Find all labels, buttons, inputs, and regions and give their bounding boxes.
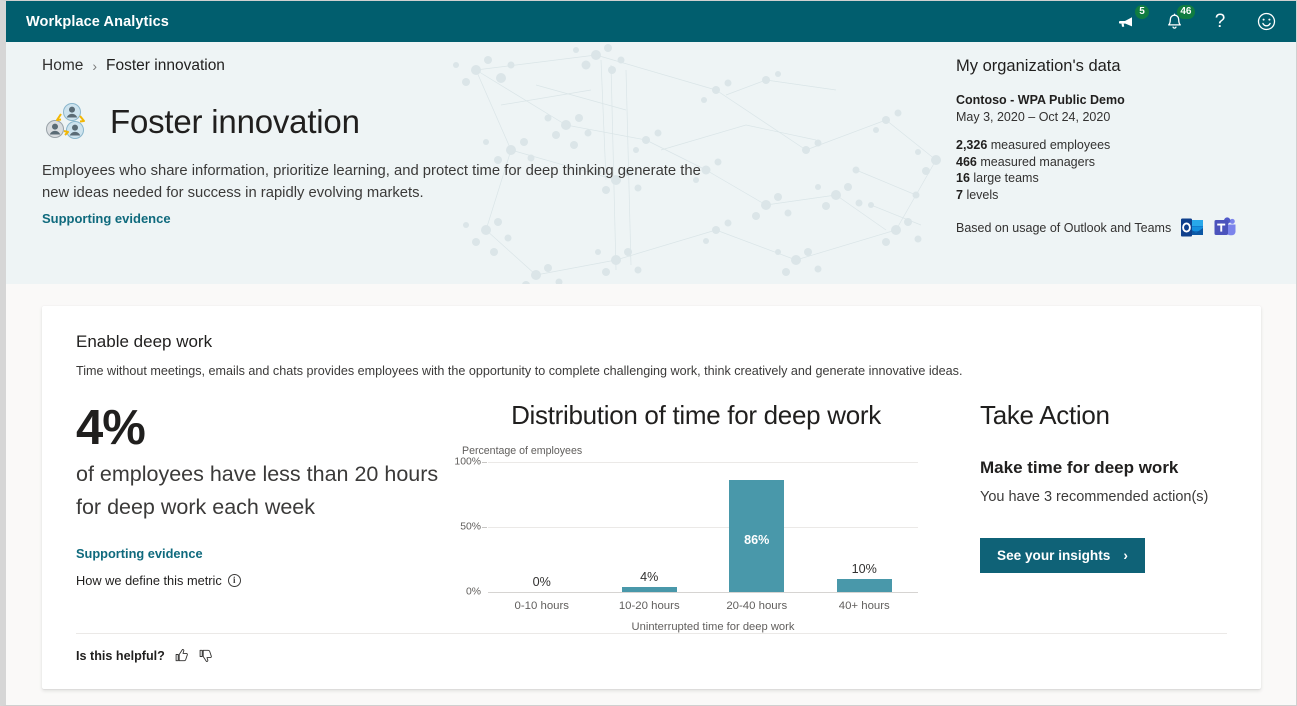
chart-xtick: 10-20 hours (618, 600, 680, 612)
chart-bar-group[interactable]: 10% (811, 462, 919, 592)
notifications-button[interactable]: 46 (1162, 4, 1195, 34)
see-your-insights-label: See your insights (997, 548, 1111, 563)
breadcrumb-home-link[interactable]: Home (42, 57, 83, 75)
info-icon: i (227, 574, 241, 587)
org-stats-list: 2,326 measured employees 466 measured ma… (956, 137, 1296, 203)
chart-bar-value-label: 10% (851, 562, 877, 576)
org-stat-item: 16 large teams (956, 170, 1296, 187)
card-divider (76, 633, 1227, 634)
teams-icon (1214, 217, 1236, 236)
chevron-right-icon: › (1123, 548, 1128, 563)
notifications-badge: 46 (1176, 4, 1195, 19)
org-based-on-row: Based on usage of Outlook and Teams (956, 217, 1296, 238)
org-based-on-label: Based on usage of Outlook and Teams (956, 220, 1172, 235)
breadcrumb: Home › Foster innovation (42, 57, 225, 75)
chevron-right-icon: › (92, 58, 98, 74)
is-this-helpful-label: Is this helpful? (76, 648, 165, 663)
chart-xtick: 0-10 hours (514, 600, 569, 612)
card-title: Enable deep work (76, 332, 213, 351)
card-body: 4% of employees have less than 20 hours … (76, 400, 1227, 633)
metric-supporting-evidence-label: Supporting evidence (76, 546, 203, 561)
chart-bar-value-label: 4% (640, 569, 659, 584)
metric-supporting-evidence-link[interactable]: Supporting evidence (76, 546, 448, 561)
tick-dash-100 (482, 462, 487, 463)
take-action-title: Take Action (980, 400, 1110, 430)
thumbs-down-button[interactable] (198, 648, 213, 663)
foster-innovation-icon (46, 103, 85, 139)
hero-description: Employees who share information, priorit… (42, 163, 701, 201)
take-action-subtitle: Make time for deep work (980, 458, 1179, 477)
chart-xtick: 40+ hours (838, 600, 890, 612)
megaphone-icon (1119, 16, 1132, 27)
org-panel-title: My organization's data (956, 57, 1121, 75)
metric-definition-label: How we define this metric (76, 573, 222, 588)
chart-bar[interactable] (836, 579, 892, 592)
org-stat-label: measured employees (990, 138, 1111, 152)
org-date-range: May 3, 2020 – Oct 24, 2020 (956, 110, 1111, 124)
metric-description: of employees have less than 20 hours for… (76, 462, 439, 519)
chart-ytick-100: 100% (454, 456, 481, 468)
distribution-chart: Distribution of time for deep work Perce… (448, 400, 938, 633)
hero-banner: Home › Foster innovation Foster innovati… (6, 42, 1296, 284)
tick-dash-50 (482, 527, 487, 528)
take-action-description: You have 3 recommended action(s) (980, 489, 1209, 505)
help-button[interactable]: ? (1208, 10, 1232, 34)
chart-x-axis-line (488, 592, 918, 593)
chart-plot-area: 100% 50% 0% 0% 4% 86% 10% (454, 457, 918, 598)
outlook-icon (1181, 218, 1204, 237)
chart-title: Distribution of time for deep work (511, 400, 881, 430)
app-window: Workplace Analytics 5 46 ? Home › Foster… (0, 0, 1297, 706)
org-stat-label: large teams (973, 171, 1039, 185)
chart-xtick: 20-40 hours (726, 600, 788, 612)
hero-supporting-evidence-link[interactable]: Supporting evidence (42, 211, 171, 226)
chart-bar-value-label: 0% (532, 575, 551, 589)
take-action-panel: Take Action Make time for deep work You … (938, 400, 1227, 633)
org-stat-label: levels (966, 187, 999, 202)
org-stat-item: 466 measured managers (956, 154, 1296, 171)
page-title-row: Foster innovation (42, 102, 360, 142)
metric-summary-column: 4% of employees have less than 20 hours … (76, 400, 448, 633)
thumbs-down-icon (199, 649, 212, 662)
org-stat-item: 7 levels (956, 187, 1296, 204)
page-title: Foster innovation (110, 103, 360, 140)
card-subtitle: Time without meetings, emails and chats … (76, 364, 963, 378)
feedback-button[interactable] (1254, 10, 1278, 34)
org-stat-value: 7 (956, 187, 963, 202)
announcements-button[interactable]: 5 (1116, 4, 1149, 34)
app-title: Workplace Analytics (26, 13, 169, 30)
org-stat-value: 16 (956, 171, 970, 185)
chart-ytick-0: 0% (465, 586, 481, 598)
org-data-panel: My organization's data Contoso - WPA Pub… (944, 42, 1296, 284)
chart-bar[interactable]: 86% (729, 480, 785, 592)
see-your-insights-button[interactable]: See your insights › (980, 538, 1145, 573)
chart-y-axis-label: Percentage of employees (462, 445, 583, 457)
metric-big-number: 4% (76, 401, 146, 455)
org-stat-value: 2,326 (956, 138, 988, 152)
org-stat-item: 2,326 measured employees (956, 137, 1296, 154)
chart-x-axis-label: Uninterrupted time for deep work (631, 621, 795, 633)
app-header-bar: Workplace Analytics 5 46 ? (6, 1, 1296, 42)
announcements-badge: 5 (1135, 4, 1149, 19)
chart-bar-value-label: 86% (744, 532, 770, 547)
chart-bars: 0% 4% 86% 10% (488, 462, 918, 592)
app-header-actions: 5 46 ? (1116, 1, 1278, 42)
chart-bar[interactable] (621, 586, 677, 592)
feedback-row: Is this helpful? (76, 648, 213, 663)
metric-definition-link[interactable]: How we define this metric i (76, 573, 448, 588)
org-stat-label: measured managers (980, 154, 1095, 169)
metric-links: Supporting evidence How we define this m… (76, 546, 448, 588)
chart-bar-group[interactable]: 86% (703, 462, 811, 592)
chart-x-tick-labels: 0-10 hours 10-20 hours 20-40 hours 40+ h… (488, 600, 918, 612)
org-stat-value: 466 (956, 154, 977, 169)
thumbs-up-icon (175, 649, 188, 662)
help-icon: ? (1214, 11, 1226, 32)
chart-bar-group[interactable]: 4% (596, 462, 704, 592)
breadcrumb-current: Foster innovation (106, 57, 225, 74)
org-tenant-name: Contoso - WPA Public Demo (956, 93, 1125, 107)
thumbs-up-button[interactable] (174, 648, 189, 663)
chart-bar-group[interactable]: 0% (488, 462, 596, 592)
smiley-icon (1257, 12, 1275, 31)
enable-deep-work-card: Enable deep work Time without meetings, … (42, 306, 1261, 689)
chart-ytick-50: 50% (460, 521, 481, 533)
